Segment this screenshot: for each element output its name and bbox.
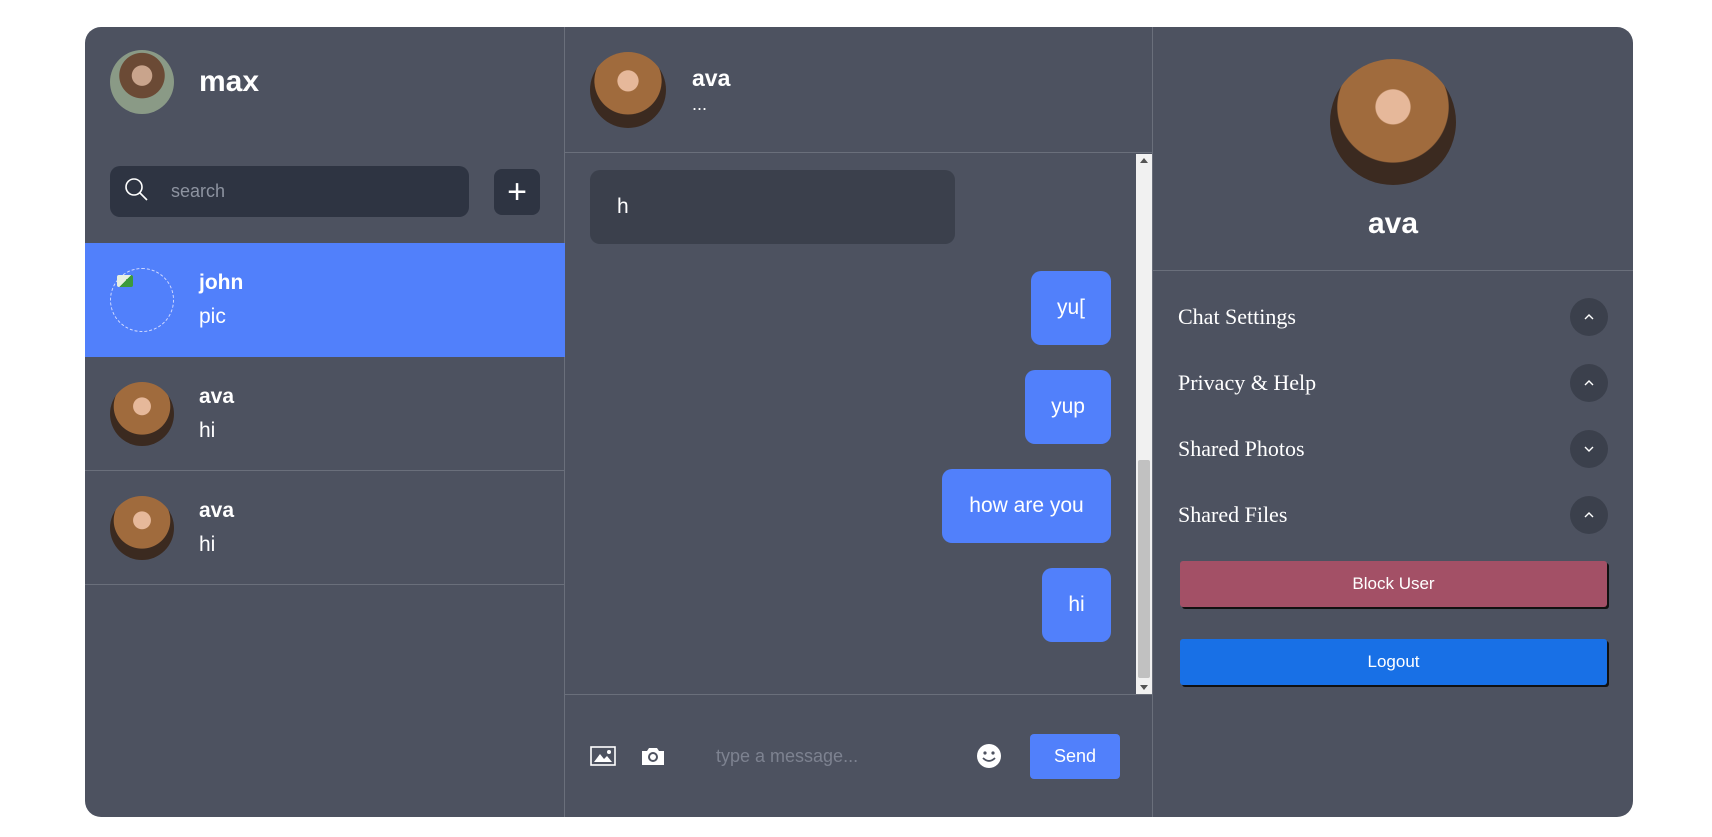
send-button[interactable]: Send bbox=[1030, 733, 1120, 779]
section-label: Privacy & Help bbox=[1178, 370, 1317, 395]
conversation-list: john pic ava hi ava hi bbox=[85, 243, 565, 585]
chat-app-window: max + john pic ava bbox=[85, 27, 1633, 817]
search-input[interactable] bbox=[171, 181, 451, 202]
left-sidebar: max + john pic ava bbox=[85, 27, 565, 817]
message-bubble-incoming: h bbox=[590, 170, 955, 244]
conversation-name: ava bbox=[199, 384, 235, 408]
message-bubble-outgoing: yu[ bbox=[1031, 271, 1111, 345]
conversation-item-ava[interactable]: ava hi bbox=[85, 357, 565, 471]
section-label: Shared Photos bbox=[1178, 436, 1305, 461]
section-privacy-help[interactable]: Privacy & Help bbox=[1178, 363, 1608, 403]
message-bubble-outgoing: how are you bbox=[942, 469, 1111, 543]
conversation-last-message: hi bbox=[199, 418, 216, 442]
message-scrollbar[interactable] bbox=[1136, 154, 1152, 694]
chevron-up-icon[interactable] bbox=[1570, 298, 1608, 336]
block-user-button[interactable]: Block User bbox=[1180, 561, 1607, 607]
current-user-avatar[interactable] bbox=[110, 50, 174, 114]
conversation-name: john bbox=[199, 270, 244, 294]
conversation-item-ava[interactable]: ava hi bbox=[85, 471, 565, 585]
scroll-up-icon[interactable] bbox=[1140, 158, 1148, 163]
contact-details-panel: ava Chat Settings Privacy & Help Shared … bbox=[1153, 27, 1633, 817]
message-input[interactable] bbox=[716, 745, 971, 767]
section-label: Shared Files bbox=[1178, 502, 1288, 527]
image-icon[interactable] bbox=[590, 743, 616, 769]
chevron-up-icon[interactable] bbox=[1570, 496, 1608, 534]
typing-status: ... bbox=[692, 93, 708, 114]
section-chat-settings[interactable]: Chat Settings bbox=[1178, 297, 1608, 337]
avatar bbox=[110, 267, 174, 332]
section-label: Chat Settings bbox=[1178, 304, 1296, 329]
profile-avatar bbox=[1330, 59, 1456, 185]
contact-name: ava bbox=[692, 64, 731, 91]
conversation-last-message: hi bbox=[199, 532, 216, 556]
chevron-down-icon[interactable] bbox=[1570, 430, 1608, 468]
scrollbar-thumb[interactable] bbox=[1138, 460, 1150, 678]
avatar bbox=[110, 495, 174, 560]
chat-panel: ava ... h yu[ yup how are you hi type a … bbox=[565, 27, 1153, 817]
section-shared-photos[interactable]: Shared Photos bbox=[1178, 429, 1608, 469]
conversation-text: john pic bbox=[199, 271, 243, 329]
chat-header: ava ... bbox=[565, 27, 1152, 153]
contact-avatar[interactable] bbox=[590, 51, 666, 128]
search-row: + bbox=[85, 166, 564, 217]
emoji-icon[interactable] bbox=[976, 743, 1002, 769]
message-list: h yu[ yup how are you hi bbox=[565, 154, 1136, 694]
current-user-header: max bbox=[85, 27, 564, 137]
search-icon bbox=[123, 176, 149, 207]
add-conversation-button[interactable]: + bbox=[494, 168, 540, 215]
conversation-name: ava bbox=[199, 498, 235, 522]
logout-button[interactable]: Logout bbox=[1180, 639, 1607, 685]
section-shared-files[interactable]: Shared Files bbox=[1178, 495, 1608, 535]
chevron-up-icon[interactable] bbox=[1570, 364, 1608, 402]
profile-name: ava bbox=[1367, 207, 1419, 240]
conversation-text: ava hi bbox=[199, 385, 234, 443]
conversation-last-message: pic bbox=[199, 304, 226, 328]
profile-header: ava bbox=[1153, 27, 1633, 271]
contact-info: ava ... bbox=[692, 65, 730, 115]
conversation-item-john[interactable]: john pic bbox=[85, 243, 565, 357]
scroll-down-icon[interactable] bbox=[1140, 685, 1148, 690]
avatar bbox=[110, 381, 174, 446]
message-bubble-outgoing: yup bbox=[1025, 370, 1111, 444]
message-composer: Send bbox=[565, 694, 1153, 817]
camera-icon[interactable] bbox=[640, 743, 666, 769]
search-box[interactable] bbox=[110, 166, 469, 217]
current-user-name: max bbox=[199, 65, 260, 98]
conversation-text: ava hi bbox=[199, 499, 234, 557]
message-bubble-outgoing: hi bbox=[1042, 568, 1111, 642]
